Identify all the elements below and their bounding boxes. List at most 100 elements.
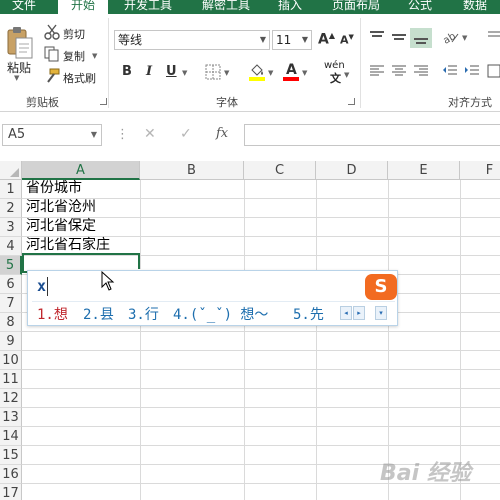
row-header-3[interactable]: 3 xyxy=(0,218,22,237)
tab-decrypt[interactable]: 解密工具 xyxy=(196,0,256,14)
cell-a2[interactable]: 河北省沧州 xyxy=(22,198,96,217)
column-header-c[interactable]: C xyxy=(244,161,316,180)
select-all-button[interactable] xyxy=(0,161,22,180)
column-header-e[interactable]: E xyxy=(388,161,460,180)
font-size-value: 11 xyxy=(276,33,292,47)
tab-developer[interactable]: 开发工具 xyxy=(118,0,178,14)
copy-dropdown-icon[interactable]: ▼ xyxy=(92,52,97,60)
sogou-logo-icon[interactable]: S xyxy=(365,274,397,300)
borders-dropdown-icon[interactable]: ▼ xyxy=(224,69,229,77)
mouse-pointer-icon xyxy=(101,270,115,294)
grid-line xyxy=(22,388,500,389)
row-header-10[interactable]: 10 xyxy=(0,351,22,370)
tab-formulas[interactable]: 公式 xyxy=(402,0,438,14)
row-header-13[interactable]: 13 xyxy=(0,408,22,427)
ime-prev-page-icon[interactable]: ◂ xyxy=(340,306,352,320)
row-header-12[interactable]: 12 xyxy=(0,389,22,408)
ime-candidate-4[interactable]: 4.(ˇ_ˇ) 想～ xyxy=(173,304,268,324)
tab-page-layout[interactable]: 页面布局 xyxy=(326,0,386,14)
formula-bar-grip-icon[interactable]: ⋮ xyxy=(116,127,129,142)
ime-candidate-2[interactable]: 2.县 xyxy=(83,304,114,324)
font-launcher-icon[interactable] xyxy=(348,98,355,105)
underline-dropdown-icon[interactable]: ▼ xyxy=(182,69,187,77)
fill-color-icon[interactable] xyxy=(248,62,266,82)
row-header-15[interactable]: 15 xyxy=(0,446,22,465)
align-left-icon[interactable] xyxy=(369,64,385,78)
ime-candidate-3[interactable]: 3.行 xyxy=(128,304,159,324)
name-box-value: A5 xyxy=(8,127,26,142)
decrease-indent-icon[interactable] xyxy=(442,64,458,78)
cut-button[interactable]: 剪切 xyxy=(63,26,85,42)
font-color-icon[interactable]: A xyxy=(282,61,300,82)
tab-data[interactable]: 数据 xyxy=(455,0,495,14)
ime-menu-icon[interactable]: ▾ xyxy=(375,306,387,320)
grid-line xyxy=(22,445,500,446)
tab-file[interactable]: 文件 xyxy=(0,0,48,14)
column-header-b[interactable]: B xyxy=(140,161,244,180)
row-header-8[interactable]: 8 xyxy=(0,313,22,332)
shrink-font-button[interactable]: A▼ xyxy=(340,33,354,47)
row-header-7[interactable]: 7 xyxy=(0,294,22,313)
row-header-9[interactable]: 9 xyxy=(0,332,22,351)
phonetic-dropdown-icon[interactable]: ▼ xyxy=(344,71,349,79)
copy-icon xyxy=(44,46,60,62)
align-right-icon[interactable] xyxy=(413,64,429,78)
merge-center-icon[interactable] xyxy=(487,64,500,78)
increase-indent-icon[interactable] xyxy=(464,64,480,78)
tab-home[interactable]: 开始 xyxy=(58,0,108,14)
paste-icon[interactable] xyxy=(6,26,34,62)
column-header-d[interactable]: D xyxy=(316,161,388,180)
row-header-2[interactable]: 2 xyxy=(0,199,22,218)
grow-font-button[interactable]: A▲ xyxy=(318,31,335,48)
formula-input[interactable] xyxy=(244,124,500,146)
align-bottom-icon[interactable] xyxy=(410,28,432,48)
paste-dropdown-icon[interactable]: ▼ xyxy=(14,74,19,82)
format-painter-button[interactable]: 格式刷 xyxy=(63,70,96,86)
row-header-4[interactable]: 4 xyxy=(0,237,22,256)
worksheet-grid: A B C D E F 1 2 3 4 5 6 7 8 9 10 11 12 1… xyxy=(0,161,500,500)
fill-color-dropdown-icon[interactable]: ▼ xyxy=(268,69,273,77)
font-group-label: 字体 xyxy=(216,96,238,109)
align-middle-icon[interactable] xyxy=(391,30,407,44)
row-header-17[interactable]: 17 xyxy=(0,484,22,500)
bold-button[interactable]: B xyxy=(122,64,132,79)
tab-insert[interactable]: 插入 xyxy=(272,0,308,14)
scissors-icon xyxy=(44,24,60,40)
ime-composition-text: x xyxy=(37,277,47,295)
align-top-icon[interactable] xyxy=(369,30,385,44)
cell-a1[interactable]: 省份城市 xyxy=(22,179,82,198)
enter-icon[interactable]: ✓ xyxy=(180,126,192,142)
ime-candidate-5[interactable]: 5.先 xyxy=(293,304,324,324)
row-header-16[interactable]: 16 xyxy=(0,465,22,484)
insert-function-icon[interactable]: fx xyxy=(216,126,228,141)
row-header-5[interactable]: 5 xyxy=(0,256,22,275)
underline-button[interactable]: U xyxy=(166,64,177,79)
name-box[interactable]: A5 ▼ xyxy=(2,124,102,146)
ime-candidate-window: x S 1.想 2.县 3.行 4.(ˇ_ˇ) 想～ 5.先 ◂ ▸ ▾ xyxy=(27,270,398,326)
column-header-f[interactable]: F xyxy=(460,161,500,180)
row-header-1[interactable]: 1 xyxy=(0,180,22,199)
cancel-icon[interactable]: ✕ xyxy=(144,126,156,142)
column-header-a[interactable]: A xyxy=(22,161,140,180)
wrap-text-icon[interactable] xyxy=(487,30,500,44)
orientation-dropdown-icon[interactable]: ▼ xyxy=(462,34,467,42)
row-header-11[interactable]: 11 xyxy=(0,370,22,389)
borders-icon[interactable] xyxy=(205,64,221,80)
row-header-6[interactable]: 6 xyxy=(0,275,22,294)
font-size-select[interactable]: 11 ▼ xyxy=(272,30,312,50)
ime-candidate-1[interactable]: 1.想 xyxy=(37,304,68,324)
align-center-icon[interactable] xyxy=(391,64,407,78)
copy-button[interactable]: 复制 xyxy=(63,48,85,64)
formula-buttons: ✕ ✓ fx xyxy=(130,124,248,146)
cell-a3[interactable]: 河北省保定 xyxy=(22,217,96,236)
ime-next-page-icon[interactable]: ▸ xyxy=(353,306,365,320)
font-name-value: 等线 xyxy=(118,33,143,47)
orientation-icon[interactable]: ab xyxy=(441,30,460,47)
group-divider xyxy=(108,18,109,108)
italic-button[interactable]: I xyxy=(146,64,152,79)
clipboard-launcher-icon[interactable] xyxy=(100,98,107,105)
font-name-select[interactable]: 等线 ▼ xyxy=(114,30,270,50)
grid-line xyxy=(22,350,500,351)
font-color-dropdown-icon[interactable]: ▼ xyxy=(302,69,307,77)
row-header-14[interactable]: 14 xyxy=(0,427,22,446)
